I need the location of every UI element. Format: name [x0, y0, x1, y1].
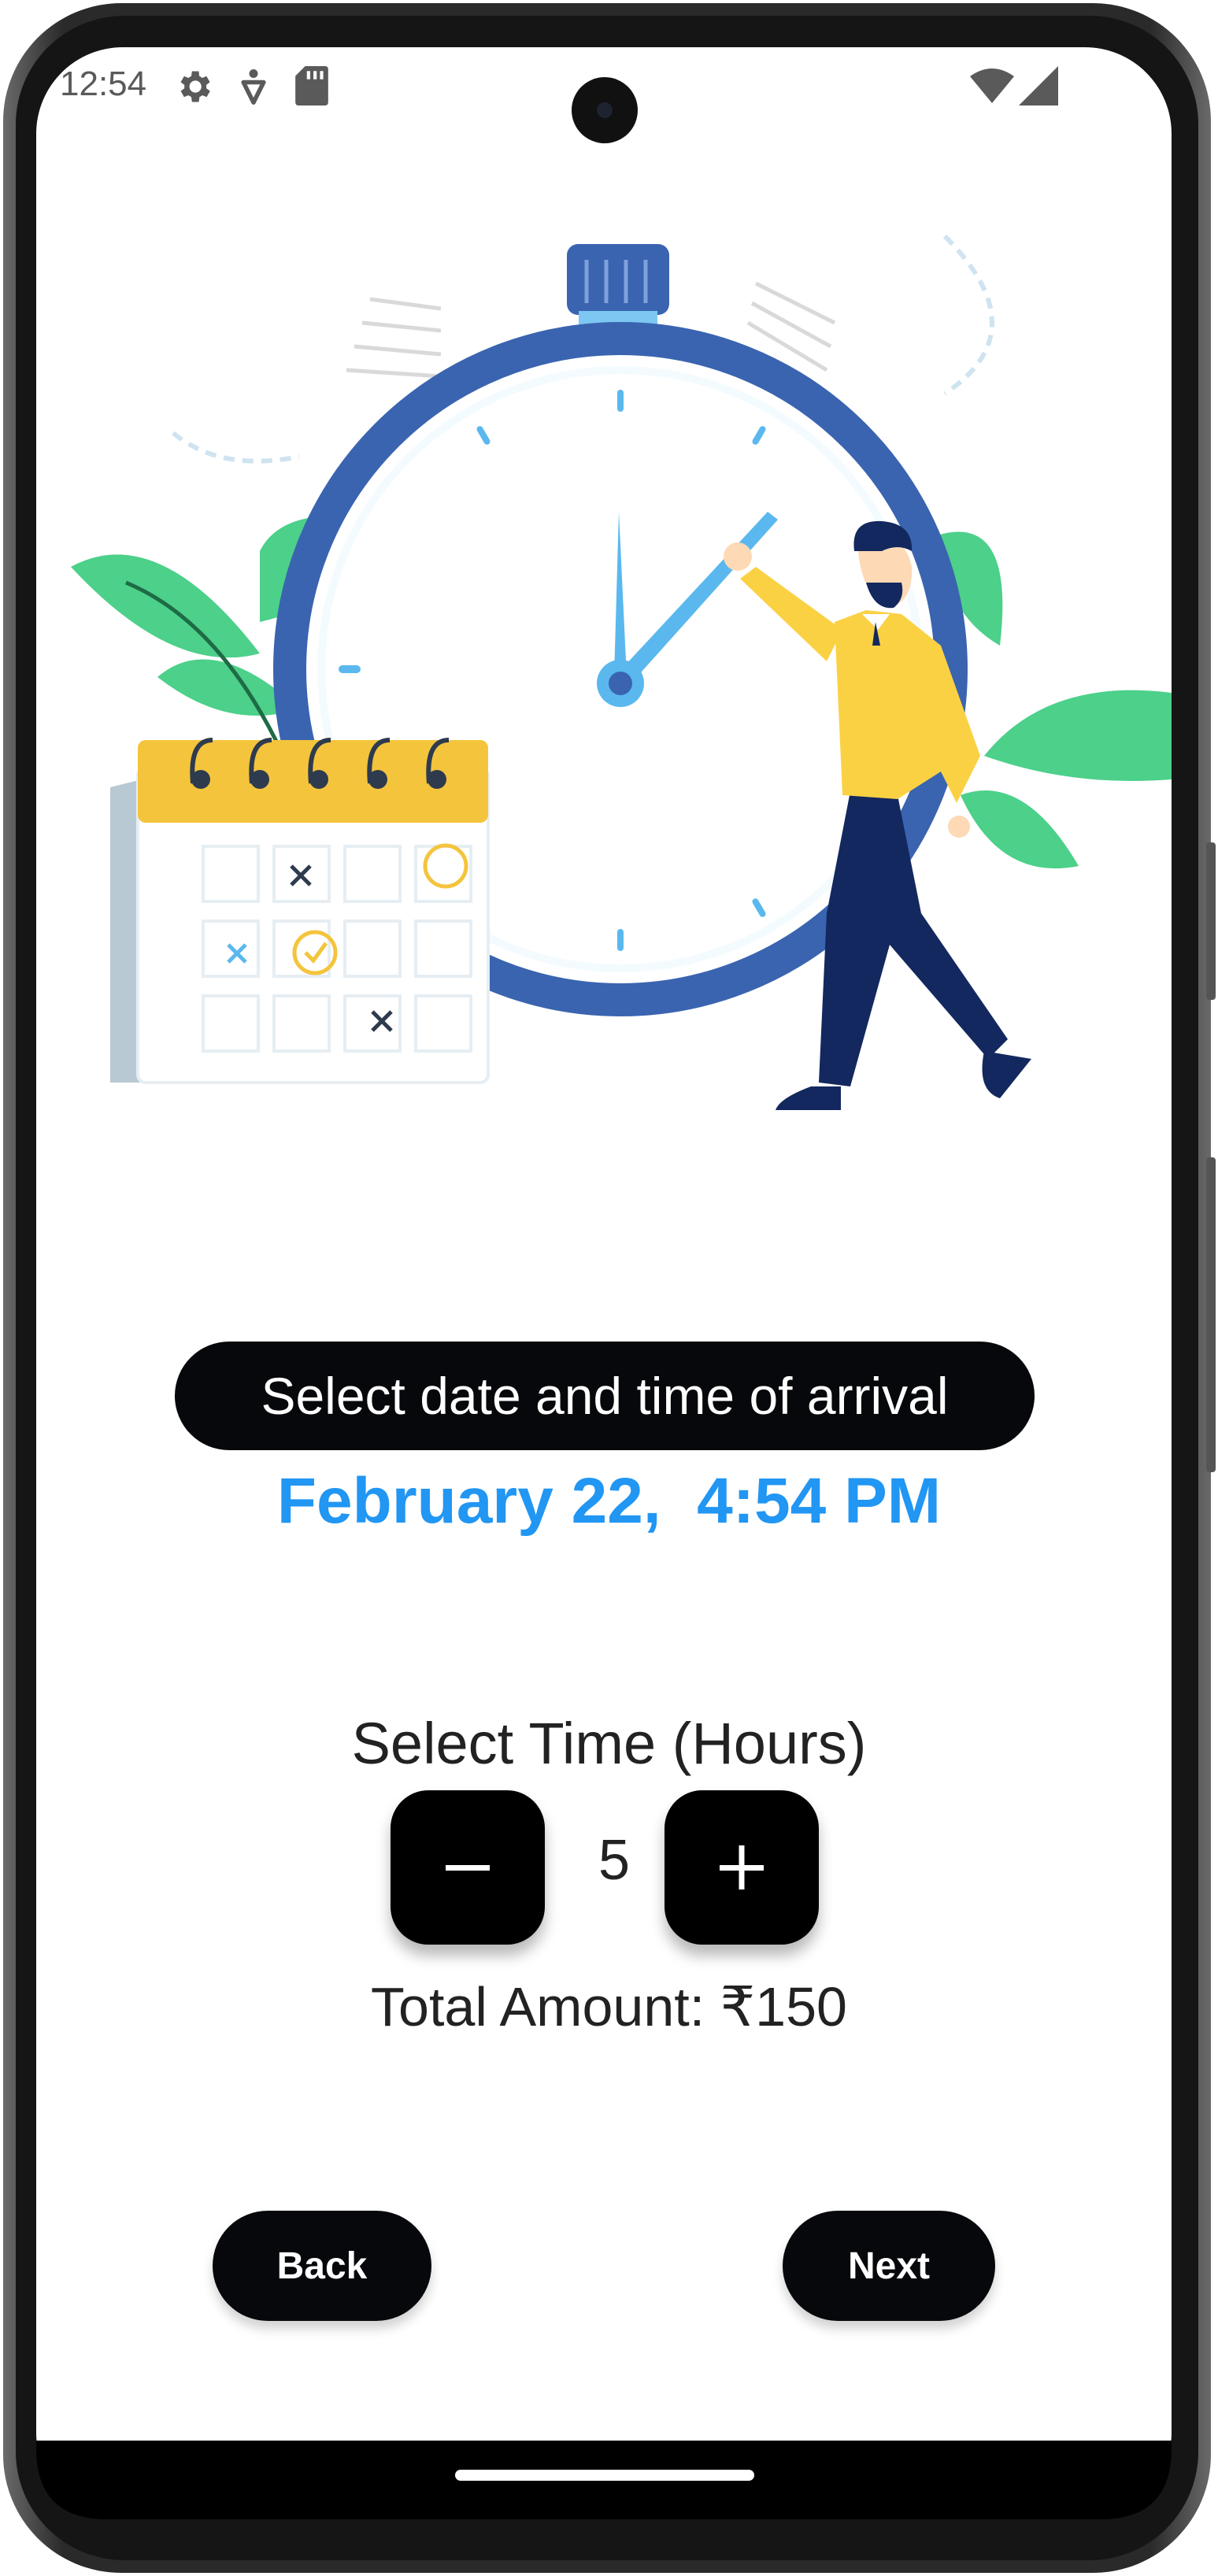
home-indicator[interactable] [455, 2464, 754, 2486]
stopwatch-calendar-illustration [71, 234, 1172, 1110]
hours-value: 5 [598, 1829, 631, 1892]
status-time: 12:54 [60, 65, 147, 103]
increment-hours-button[interactable] [665, 1790, 819, 1945]
total-amount: Total Amount: ₹150 [371, 1976, 847, 2037]
gear-icon [180, 71, 210, 102]
select-date-time-button[interactable]: Select date and time of arrival [175, 1342, 1035, 1450]
accessibility-icon [241, 69, 266, 105]
decrement-hours-button[interactable] [391, 1790, 545, 1945]
wifi-icon [970, 68, 1014, 103]
sd-card-icon [295, 66, 328, 105]
selected-datetime[interactable]: February 22, 4:54 PM [0, 1464, 1218, 1538]
back-button[interactable]: Back [213, 2211, 431, 2321]
plus-icon [720, 1845, 764, 1889]
front-camera [572, 77, 638, 143]
next-button[interactable]: Next [783, 2211, 995, 2321]
minus-icon [446, 1865, 490, 1871]
hours-label: Select Time (Hours) [351, 1711, 867, 1776]
cellular-signal-icon [1019, 66, 1058, 105]
